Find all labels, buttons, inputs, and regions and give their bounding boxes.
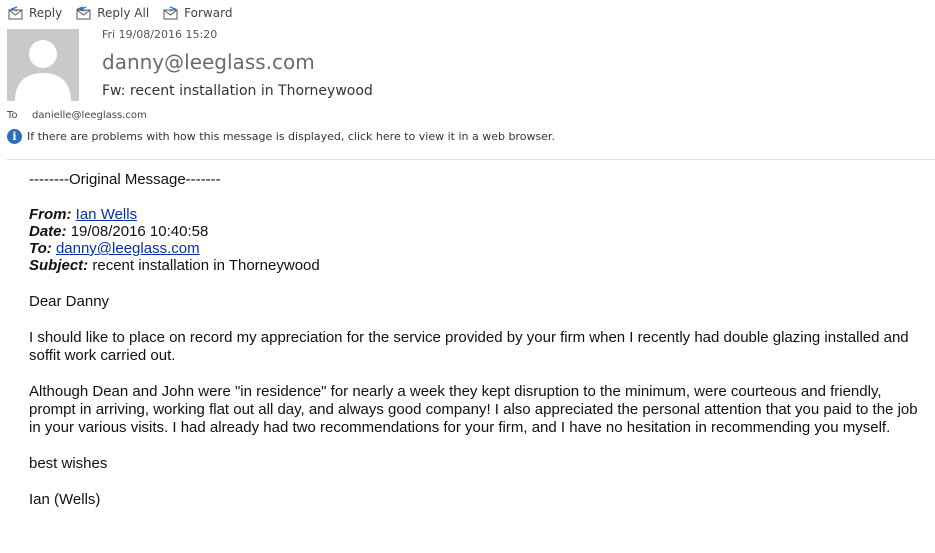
- forwarded-from-line: From: Ian Wells: [29, 206, 929, 223]
- reply-label: Reply: [29, 6, 63, 20]
- forwarded-to-line: To: danny@leeglass.com: [29, 240, 929, 257]
- forwarded-recipient-link[interactable]: danny@leeglass.com: [56, 240, 200, 257]
- info-bar[interactable]: i If there are problems with how this me…: [7, 129, 555, 144]
- recipient-row: To danielle@leeglass.com: [7, 110, 147, 121]
- info-bar-text: If there are problems with how this mess…: [27, 130, 555, 143]
- recipient-address[interactable]: danielle@leeglass.com: [32, 110, 147, 121]
- message-body: --------Original Message------- From: Ia…: [29, 171, 929, 509]
- sender-avatar: [7, 29, 79, 101]
- sender-address[interactable]: danny@leeglass.com: [102, 50, 315, 74]
- reply-icon: [8, 6, 23, 20]
- date-label: Date:: [29, 223, 67, 240]
- original-message-marker: --------Original Message-------: [29, 171, 221, 188]
- signoff: best wishes: [29, 455, 108, 472]
- to-label: To: [7, 110, 18, 121]
- forward-label: Forward: [184, 6, 233, 20]
- subject-label: Subject:: [29, 257, 89, 274]
- header-divider: [7, 159, 935, 160]
- to-field-label: To:: [29, 240, 52, 257]
- forwarded-subject-line: Subject: recent installation in Thorneyw…: [29, 257, 929, 274]
- forward-icon: [163, 6, 178, 20]
- reply-all-label: Reply All: [97, 6, 150, 20]
- forwarded-date-line: Date: 19/08/2016 10:40:58: [29, 223, 929, 240]
- info-icon: i: [7, 129, 22, 144]
- forward-button[interactable]: Forward: [163, 6, 232, 20]
- message-subject: Fw: recent installation in Thorneywood: [102, 83, 373, 99]
- paragraph-appreciation: I should like to place on record my appr…: [29, 329, 909, 364]
- reply-all-button[interactable]: Reply All: [76, 6, 149, 20]
- message-date: Fri 19/08/2016 15:20: [102, 28, 218, 41]
- reply-all-icon: [76, 6, 91, 20]
- forwarded-subject-value: recent installation in Thorneywood: [92, 257, 320, 274]
- paragraph-details: Although Dean and John were "in residenc…: [29, 383, 918, 436]
- person-silhouette-icon: [15, 40, 71, 101]
- forwarded-sender-link[interactable]: Ian Wells: [76, 206, 137, 223]
- from-label: From:: [29, 206, 72, 223]
- forwarded-date-value: 19/08/2016 10:40:58: [70, 223, 209, 240]
- signature: Ian (Wells): [29, 491, 101, 508]
- message-toolbar: Reply Reply All Forward: [8, 4, 246, 22]
- reply-button[interactable]: Reply: [8, 6, 62, 20]
- salutation: Dear Danny: [29, 293, 110, 310]
